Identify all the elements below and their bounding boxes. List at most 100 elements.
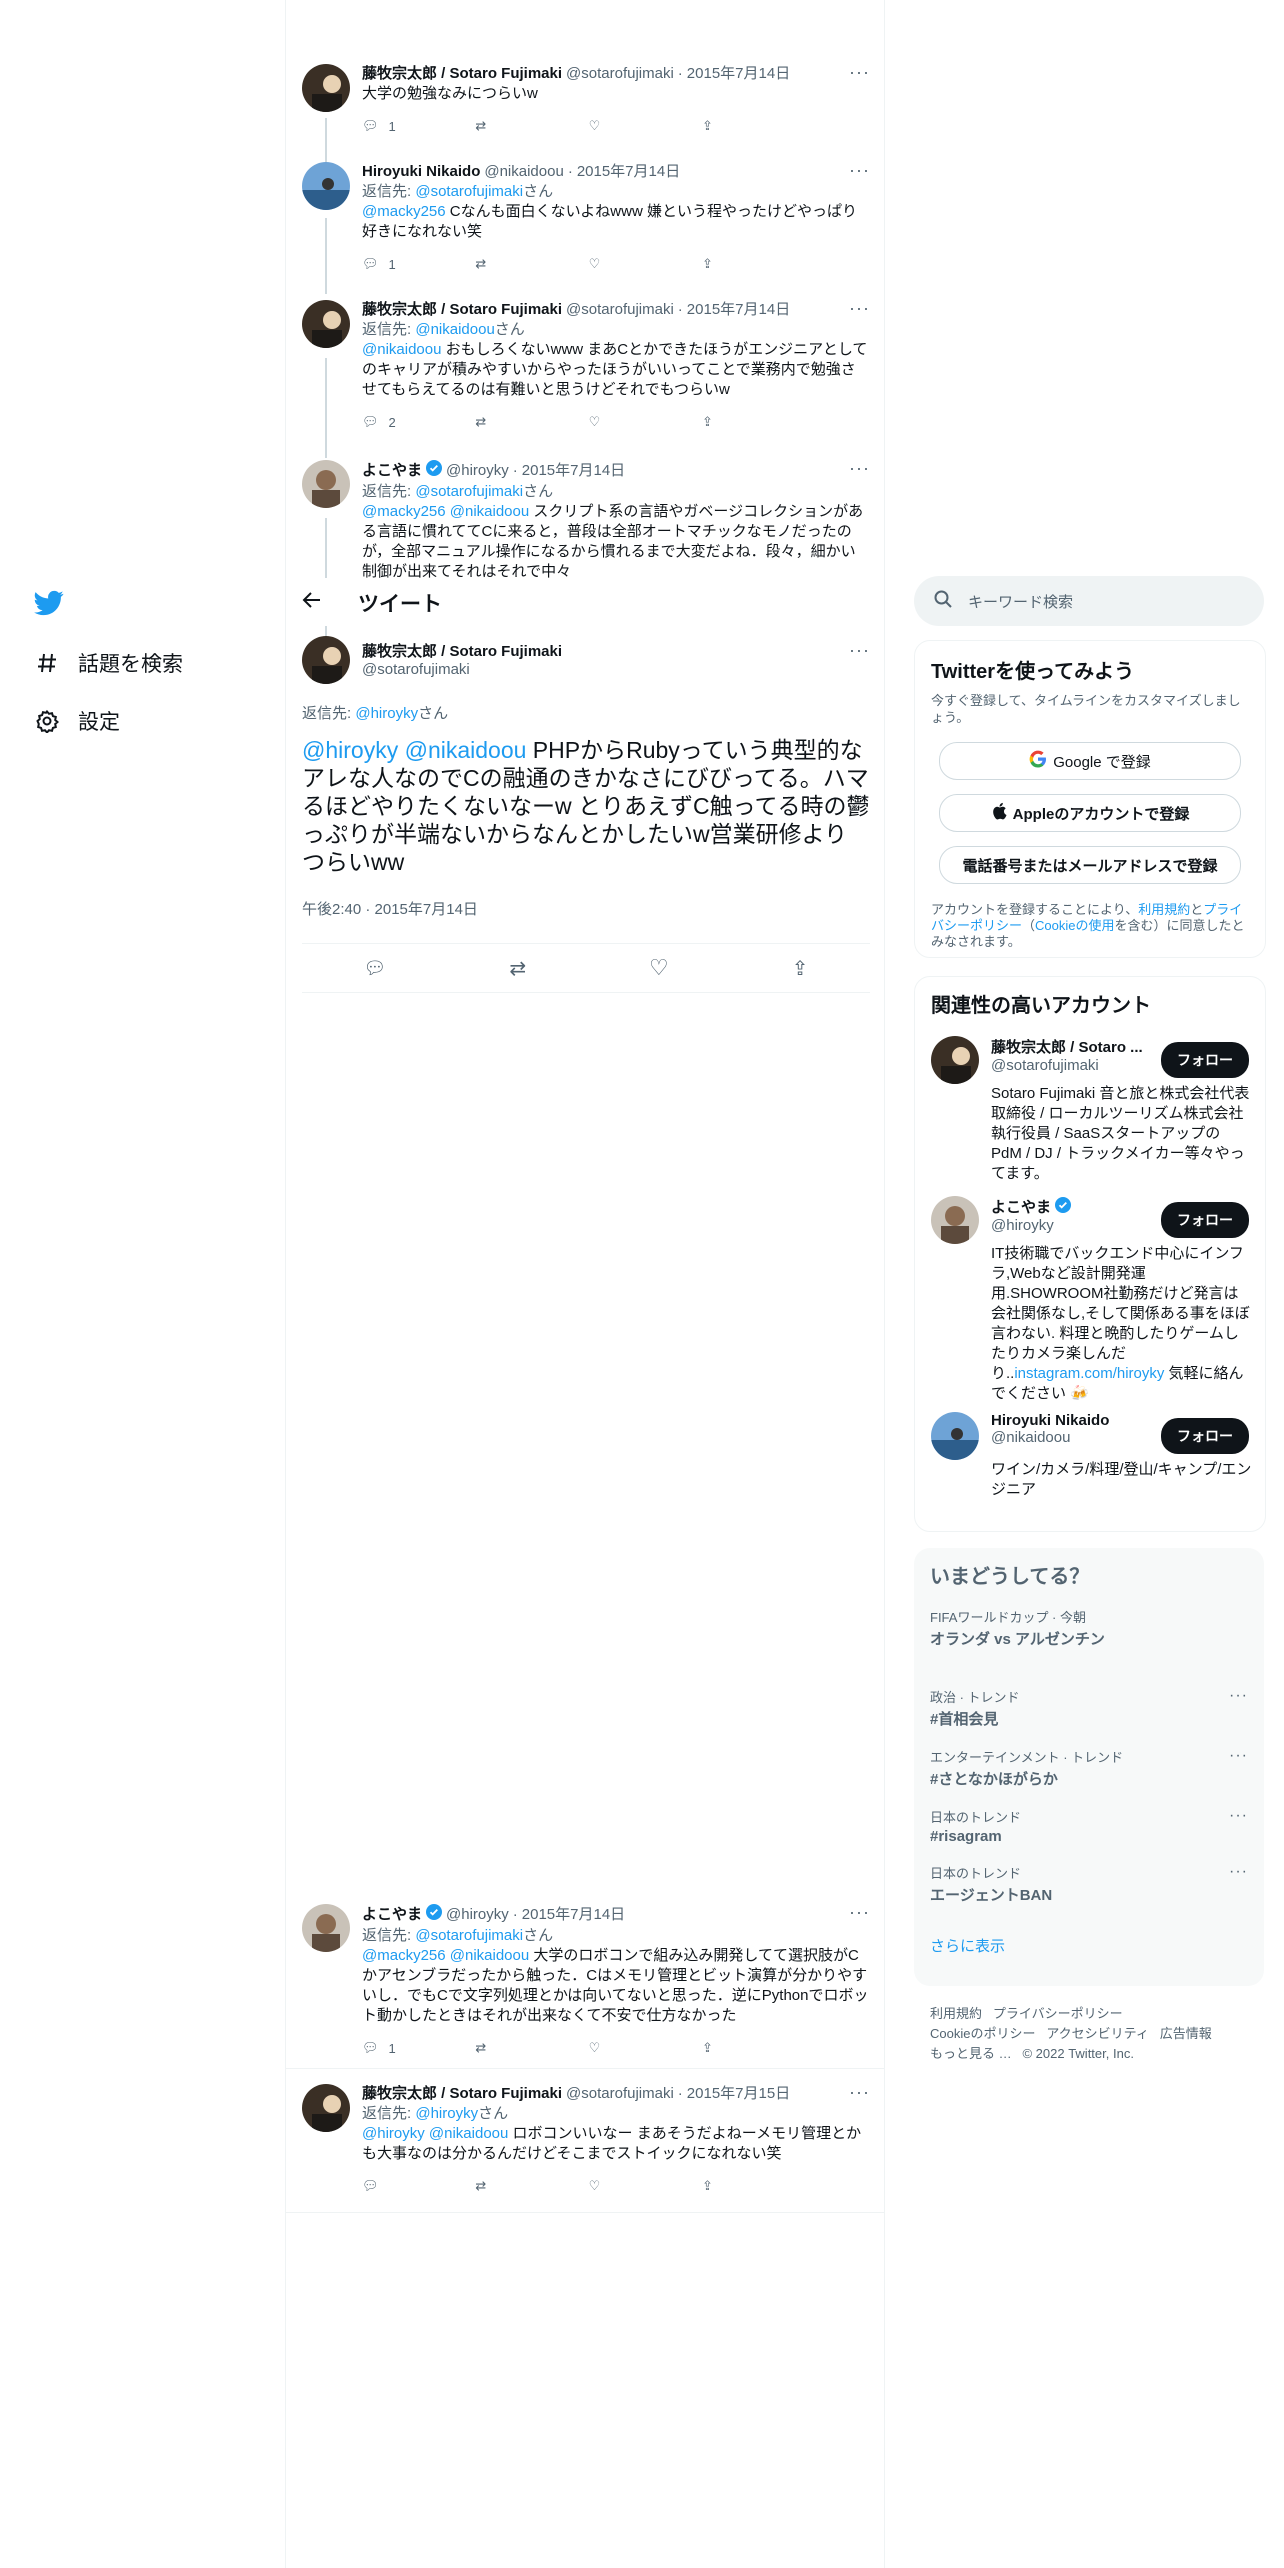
avatar[interactable]	[302, 300, 350, 348]
account-name[interactable]: Hiroyuki Nikaido	[991, 1412, 1151, 1429]
google-signup-button[interactable]: Google で登録	[939, 742, 1241, 780]
footer-link[interactable]: もっと見る …	[930, 2046, 1012, 2061]
mention-link[interactable]: @hiroyky @nikaidoou	[362, 2125, 508, 2142]
author-name[interactable]: 藤牧宗太郎 / Sotaro Fujimaki	[362, 64, 562, 84]
reply-to-link[interactable]: @sotarofujimaki	[415, 1927, 523, 1944]
more-icon[interactable]: ···	[849, 1903, 870, 1921]
avatar[interactable]	[931, 1412, 979, 1460]
bio-link[interactable]: instagram.com/hiroyky	[1014, 1365, 1164, 1382]
related-account[interactable]: 藤牧宗太郎 / Sotaro ... @sotarofujimaki フォロー …	[915, 1036, 1265, 1196]
share-button[interactable]: ⇪	[702, 118, 782, 134]
reply-to-link[interactable]: @sotarofujimaki	[415, 483, 523, 500]
author-name[interactable]: 藤牧宗太郎 / Sotaro Fujimaki	[362, 640, 562, 661]
author-name[interactable]: 藤牧宗太郎 / Sotaro Fujimaki	[362, 300, 562, 320]
heart-icon[interactable]: ♡	[649, 955, 669, 981]
cookie-link[interactable]: Cookieの使用	[1035, 918, 1114, 933]
like-button[interactable]: ♡	[589, 2178, 669, 2194]
avatar[interactable]	[302, 162, 350, 210]
more-icon[interactable]: ···	[849, 299, 870, 317]
reply-tweet[interactable]: 藤牧宗太郎 / Sotaro Fujimaki @sotarofujimaki · 2…	[302, 2083, 870, 2214]
tweet-date[interactable]: 2015年7月14日	[522, 461, 625, 481]
nav-settings[interactable]: 設定	[34, 706, 120, 736]
show-more-link[interactable]: さらに表示	[930, 1935, 1248, 1956]
thread-tweet[interactable]: 藤牧宗太郎 / Sotaro Fujimaki @sotarofujimaki · 2…	[302, 63, 870, 144]
reply-button[interactable]: 💬︎ 2	[362, 414, 442, 430]
reply-to-link[interactable]: @sotarofujimaki	[415, 183, 523, 200]
search-input[interactable]: キーワード検索	[914, 576, 1264, 626]
share-button[interactable]: ⇪	[702, 2178, 782, 2194]
trend-item[interactable]: エンターテインメント · トレンド #さとなかほがらか ···	[914, 1747, 1264, 1789]
retweet-button[interactable]: ⇄	[475, 414, 555, 430]
apple-signup-button[interactable]: Appleのアカウントで登録	[939, 794, 1241, 832]
share-icon[interactable]: ⇪	[792, 956, 809, 981]
author-handle[interactable]: @sotarofujimaki	[566, 64, 674, 84]
reply-icon[interactable]: 💬︎	[363, 958, 386, 979]
more-icon[interactable]: ···	[1229, 1863, 1248, 1881]
follow-button[interactable]: フォロー	[1161, 1042, 1249, 1078]
more-icon[interactable]: ···	[1229, 1687, 1248, 1705]
author-handle[interactable]: @sotarofujimaki	[362, 661, 562, 678]
mention-link[interactable]: @macky256 @nikaidoou	[362, 503, 529, 520]
mention-link[interactable]: @hiroyky @nikaidoou	[302, 737, 526, 763]
tweet-date[interactable]: 2015年7月14日	[687, 300, 790, 320]
thread-tweet[interactable]: よこやま @hiroyky · 2015年7月14日 ··· 返信先: @sotaro…	[302, 460, 870, 578]
more-icon[interactable]: ···	[849, 63, 870, 81]
footer-link[interactable]: アクセシビリティ	[1046, 2026, 1149, 2041]
like-button[interactable]: ♡	[589, 2040, 669, 2056]
more-icon[interactable]: ···	[849, 641, 870, 659]
reply-button[interactable]: 💬︎ 1	[362, 2040, 442, 2056]
retweet-button[interactable]: ⇄	[475, 256, 555, 272]
account-handle[interactable]: @sotarofujimaki	[991, 1057, 1151, 1074]
more-icon[interactable]: ···	[1229, 1747, 1248, 1765]
tweet-date[interactable]: 2015年7月15日	[687, 2084, 790, 2104]
phone-email-signup-button[interactable]: 電話番号またはメールアドレスで登録	[939, 846, 1241, 884]
author-handle[interactable]: @sotarofujimaki	[566, 300, 674, 320]
reply-tweet[interactable]: よこやま @hiroyky · 2015年7月14日 ··· 返信先: @sotaro…	[302, 1903, 870, 2074]
avatar[interactable]	[302, 64, 350, 112]
account-handle[interactable]: @nikaidoou	[991, 1429, 1151, 1446]
author-handle[interactable]: @nikaidoou	[484, 162, 563, 182]
reply-button[interactable]: 💬︎ 1	[362, 256, 442, 272]
footer-link[interactable]: 利用規約	[930, 2006, 982, 2021]
follow-button[interactable]: フォロー	[1161, 1418, 1249, 1454]
avatar[interactable]	[302, 636, 350, 684]
tweet-date[interactable]: 2015年7月14日	[577, 162, 680, 182]
avatar[interactable]	[302, 2084, 350, 2132]
avatar[interactable]	[302, 1904, 350, 1952]
more-icon[interactable]: ···	[849, 161, 870, 179]
more-icon[interactable]: ···	[849, 460, 870, 477]
retweet-button[interactable]: ⇄	[475, 118, 555, 134]
author-handle[interactable]: @sotarofujimaki	[566, 2084, 674, 2104]
account-name[interactable]: よこやま	[991, 1196, 1051, 1217]
share-button[interactable]: ⇪	[702, 2040, 782, 2056]
trend-item[interactable]: FIFAワールドカップ · 今朝 オランダ vs アルゼンチン	[914, 1607, 1264, 1649]
follow-button[interactable]: フォロー	[1161, 1202, 1249, 1238]
author-name[interactable]: 藤牧宗太郎 / Sotaro Fujimaki	[362, 2084, 562, 2104]
trend-item[interactable]: 日本のトレンド エージェントBAN ···	[914, 1863, 1264, 1905]
avatar[interactable]	[931, 1196, 979, 1244]
more-icon[interactable]: ···	[1229, 1807, 1248, 1825]
like-button[interactable]: ♡	[589, 414, 669, 430]
footer-link[interactable]: Cookieのポリシー	[930, 2026, 1035, 2041]
retweet-button[interactable]: ⇄	[475, 2178, 555, 2194]
back-arrow-icon[interactable]	[302, 590, 322, 615]
author-name[interactable]: よこやま	[362, 1905, 422, 1925]
like-button[interactable]: ♡	[589, 118, 669, 134]
footer-link[interactable]: 広告情報	[1160, 2026, 1212, 2041]
trend-item[interactable]: 政治 · トレンド #首相会見 ···	[914, 1687, 1264, 1729]
share-button[interactable]: ⇪	[702, 256, 782, 272]
footer-link[interactable]: プライバシーポリシー	[993, 2006, 1123, 2021]
author-name[interactable]: よこやま	[362, 461, 422, 481]
more-icon[interactable]: ···	[849, 2083, 870, 2101]
mention-link[interactable]: @macky256	[362, 203, 446, 220]
share-button[interactable]: ⇪	[702, 414, 782, 430]
trend-item[interactable]: 日本のトレンド #risagram ···	[914, 1807, 1264, 1845]
avatar[interactable]	[302, 460, 350, 508]
tweet-date[interactable]: 2015年7月14日	[687, 64, 790, 84]
thread-tweet[interactable]: 藤牧宗太郎 / Sotaro Fujimaki @sotarofujimaki · 2…	[302, 299, 870, 450]
nav-explore[interactable]: 話題を検索	[34, 648, 183, 678]
mention-link[interactable]: @macky256 @nikaidoou	[362, 1947, 529, 1964]
tweet-date[interactable]: 2015年7月14日	[522, 1905, 625, 1925]
reply-to-link[interactable]: @hiroyky	[415, 2105, 478, 2122]
terms-link[interactable]: 利用規約	[1138, 902, 1190, 917]
